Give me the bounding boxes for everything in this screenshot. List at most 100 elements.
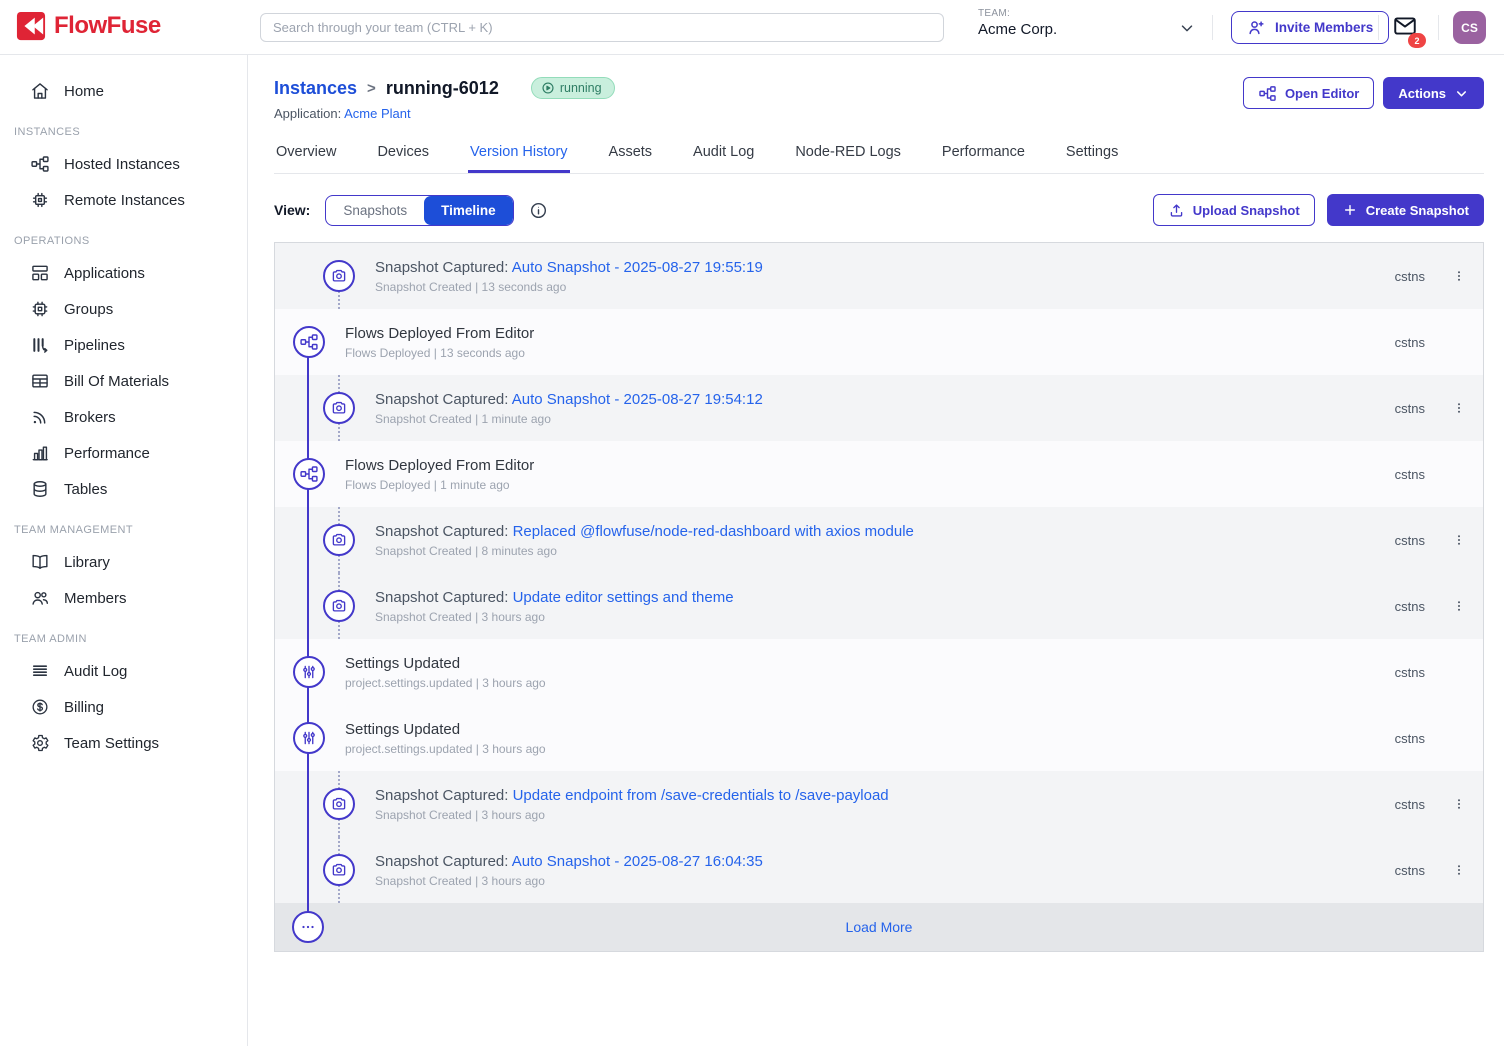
timeline-user: cstns (1395, 731, 1425, 746)
sidebar-item-home[interactable]: Home (0, 73, 247, 109)
play-circle-icon (541, 81, 555, 95)
timeline-row: Snapshot Captured: Auto Snapshot - 2025-… (275, 375, 1483, 441)
timeline-node (323, 788, 355, 820)
billing-icon (30, 697, 50, 717)
timeline-title: Snapshot Captured: Auto Snapshot - 2025-… (375, 853, 763, 870)
create-snapshot-button[interactable]: Create Snapshot (1327, 194, 1484, 226)
home-icon (30, 81, 50, 101)
application-link[interactable]: Acme Plant (344, 106, 410, 121)
load-more-link[interactable]: Load More (846, 919, 913, 935)
sidebar-item-pipelines[interactable]: Pipelines (0, 327, 247, 363)
timeline-user: cstns (1395, 533, 1425, 548)
kebab-menu-icon[interactable] (1450, 264, 1468, 288)
snapshot-link[interactable]: Auto Snapshot - 2025-08-27 19:54:12 (512, 391, 763, 408)
sidebar: HomeINSTANCESHosted InstancesRemote Inst… (0, 55, 248, 1046)
sidebar-item-team-settings[interactable]: Team Settings (0, 725, 247, 761)
sidebar-item-billing[interactable]: Billing (0, 689, 247, 725)
timeline-title: Snapshot Captured: Auto Snapshot - 2025-… (375, 259, 763, 276)
pipelines-icon (30, 335, 50, 355)
sidebar-item-bill-of-materials[interactable]: Bill Of Materials (0, 363, 247, 399)
invite-members-button[interactable]: Invite Members (1231, 11, 1389, 44)
remote-instances-icon (30, 190, 50, 210)
snapshot-link[interactable]: Auto Snapshot - 2025-08-27 19:55:19 (512, 259, 763, 276)
sidebar-item-members[interactable]: Members (0, 580, 247, 616)
kebab-menu-icon[interactable] (1450, 858, 1468, 882)
sidebar-item-audit-log[interactable]: Audit Log (0, 653, 247, 689)
breadcrumb-instances-link[interactable]: Instances (274, 78, 357, 99)
sidebar-item-brokers[interactable]: Brokers (0, 399, 247, 435)
event-title: Flows Deployed From Editor (345, 325, 534, 342)
tab-node-red-logs[interactable]: Node-RED Logs (793, 138, 903, 173)
kebab-menu-icon[interactable] (1450, 792, 1468, 816)
divider (1378, 15, 1379, 40)
bill-of-materials-icon (30, 371, 50, 391)
tab-settings[interactable]: Settings (1064, 138, 1120, 173)
sidebar-item-label: Brokers (64, 409, 116, 426)
user-plus-icon (1247, 18, 1266, 37)
kebab-menu-icon[interactable] (1450, 528, 1468, 552)
kebab-menu-icon[interactable] (1450, 594, 1468, 618)
sidebar-section-header: TEAM MANAGEMENT (0, 515, 247, 544)
timeline-meta: Snapshot Created | 1 minute ago (375, 412, 763, 426)
team-settings-icon (30, 733, 50, 753)
flowfuse-logo[interactable]: FlowFuse (16, 11, 161, 41)
view-toggle-timeline[interactable]: Timeline (424, 196, 513, 225)
breadcrumb: Instances > running-6012 running (274, 77, 615, 99)
sidebar-item-label: Tables (64, 481, 107, 498)
sidebar-item-library[interactable]: Library (0, 544, 247, 580)
sidebar-item-label: Bill Of Materials (64, 373, 169, 390)
performance-icon (30, 443, 50, 463)
snapshot-link[interactable]: Auto Snapshot - 2025-08-27 16:04:35 (512, 853, 763, 870)
tab-overview[interactable]: Overview (274, 138, 338, 173)
timeline-meta: Flows Deployed | 1 minute ago (345, 478, 534, 492)
sidebar-item-hosted-instances[interactable]: Hosted Instances (0, 146, 247, 182)
view-toggle-snapshots[interactable]: Snapshots (326, 196, 424, 225)
tab-audit-log[interactable]: Audit Log (691, 138, 756, 173)
create-snapshot-label: Create Snapshot (1366, 203, 1469, 218)
kebab-menu-placeholder (1450, 462, 1468, 486)
event-title-prefix: Snapshot Captured: (375, 523, 513, 540)
sidebar-item-label: Billing (64, 699, 104, 716)
upload-snapshot-button[interactable]: Upload Snapshot (1153, 194, 1315, 226)
tab-bar: Overview Devices Version History Assets Audi… (274, 138, 1484, 174)
timeline-row: Snapshot Captured: Update editor setting… (275, 573, 1483, 639)
team-selector[interactable]: TEAM: Acme Corp. (978, 8, 1057, 38)
chevron-down-icon[interactable] (1178, 19, 1196, 37)
tab-version-history[interactable]: Version History (468, 138, 570, 173)
tab-assets[interactable]: Assets (607, 138, 655, 173)
user-avatar[interactable]: CS (1453, 11, 1486, 44)
timeline-title: Snapshot Captured: Replaced @flowfuse/no… (375, 523, 914, 540)
tab-devices[interactable]: Devices (375, 138, 431, 173)
info-icon[interactable] (529, 201, 548, 220)
sidebar-item-applications[interactable]: Applications (0, 255, 247, 291)
actions-button[interactable]: Actions (1383, 77, 1484, 109)
timeline-node (323, 590, 355, 622)
team-name: Acme Corp. (978, 21, 1057, 38)
timeline-row: Snapshot Captured: Auto Snapshot - 2025-… (275, 837, 1483, 903)
sidebar-item-tables[interactable]: Tables (0, 471, 247, 507)
timeline-title: Settings Updated (345, 655, 546, 672)
groups-icon (30, 299, 50, 319)
kebab-menu-placeholder (1450, 330, 1468, 354)
timeline-meta: project.settings.updated | 3 hours ago (345, 742, 546, 756)
snapshot-link[interactable]: Update endpoint from /save-credentials t… (513, 787, 889, 804)
kebab-menu-icon[interactable] (1450, 396, 1468, 420)
sidebar-item-label: Library (64, 554, 110, 571)
timeline-title: Snapshot Captured: Update editor setting… (375, 589, 734, 606)
tab-performance[interactable]: Performance (940, 138, 1027, 173)
sidebar-item-performance[interactable]: Performance (0, 435, 247, 471)
sidebar-item-label: Groups (64, 301, 113, 318)
actions-label: Actions (1398, 86, 1446, 101)
applications-icon (30, 263, 50, 283)
sidebar-item-remote-instances[interactable]: Remote Instances (0, 182, 247, 218)
sidebar-section-header: TEAM ADMIN (0, 624, 247, 653)
event-title-prefix: Snapshot Captured: (375, 391, 512, 408)
divider (1438, 15, 1439, 40)
snapshot-link[interactable]: Replaced @flowfuse/node-red-dashboard wi… (513, 523, 914, 540)
snapshot-link[interactable]: Update editor settings and theme (513, 589, 734, 606)
sidebar-item-groups[interactable]: Groups (0, 291, 247, 327)
search-input[interactable] (260, 13, 944, 42)
timeline-rail (307, 342, 309, 927)
timeline-user: cstns (1395, 599, 1425, 614)
open-editor-button[interactable]: Open Editor (1243, 77, 1374, 109)
